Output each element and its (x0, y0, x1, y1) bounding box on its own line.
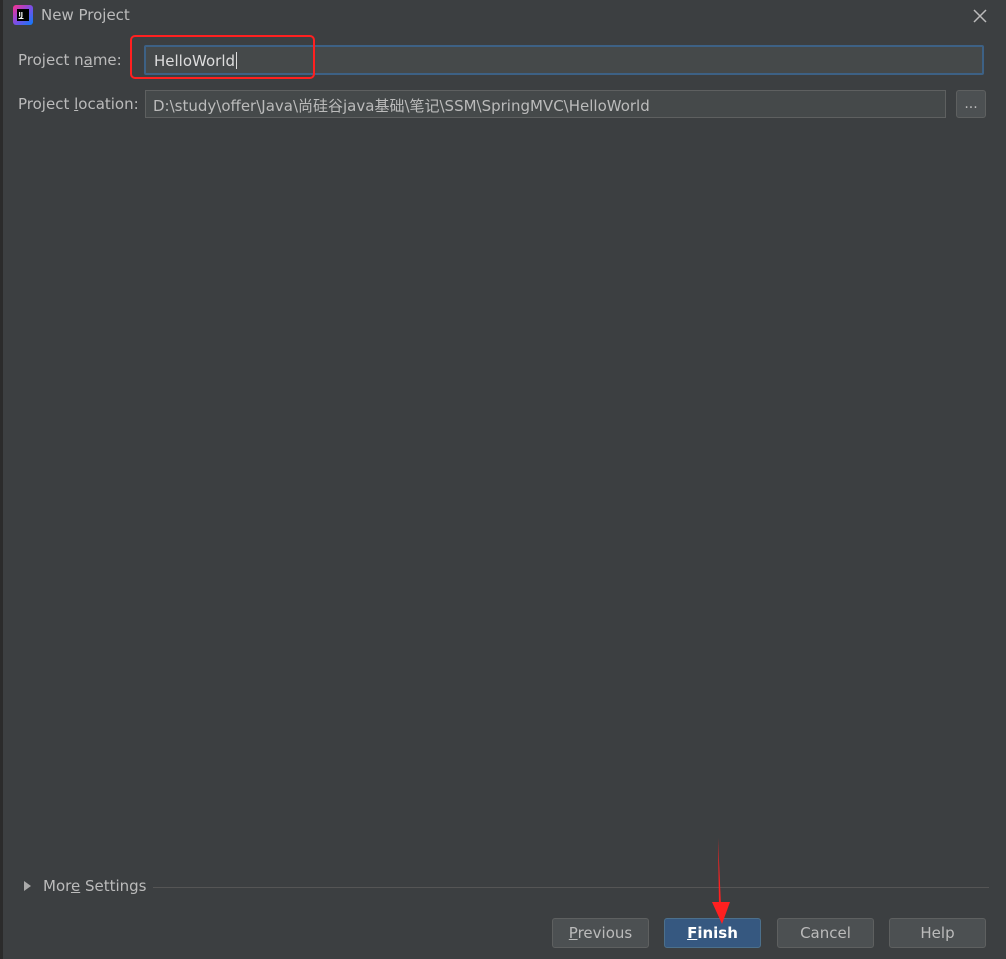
help-button[interactable]: Help (889, 918, 986, 948)
arrow-annotation (712, 838, 730, 924)
divider (153, 887, 989, 888)
intellij-idea-icon: IJ (13, 5, 33, 25)
title-bar: IJ New Project (3, 0, 1006, 32)
browse-button[interactable]: ... (956, 90, 986, 118)
window-title: New Project (41, 6, 130, 24)
window-edge (0, 0, 3, 959)
project-location-label: Project location: (18, 95, 139, 113)
previous-button[interactable]: Previous (552, 918, 649, 948)
project-location-input[interactable]: D:\study\offer\Java\尚硅谷java基础\笔记\SSM\Spr… (145, 90, 946, 118)
project-name-input[interactable]: HelloWorld (144, 45, 984, 75)
close-icon[interactable] (968, 4, 992, 28)
svg-text:IJ: IJ (19, 12, 23, 19)
more-settings-label: More Settings (43, 877, 147, 895)
finish-button[interactable]: Finish (664, 918, 761, 948)
expand-triangle-icon (24, 881, 31, 891)
project-name-label: Project name: (18, 51, 122, 69)
project-name-value: HelloWorld (154, 52, 238, 70)
cancel-button[interactable]: Cancel (777, 918, 874, 948)
text-caret (236, 52, 238, 69)
